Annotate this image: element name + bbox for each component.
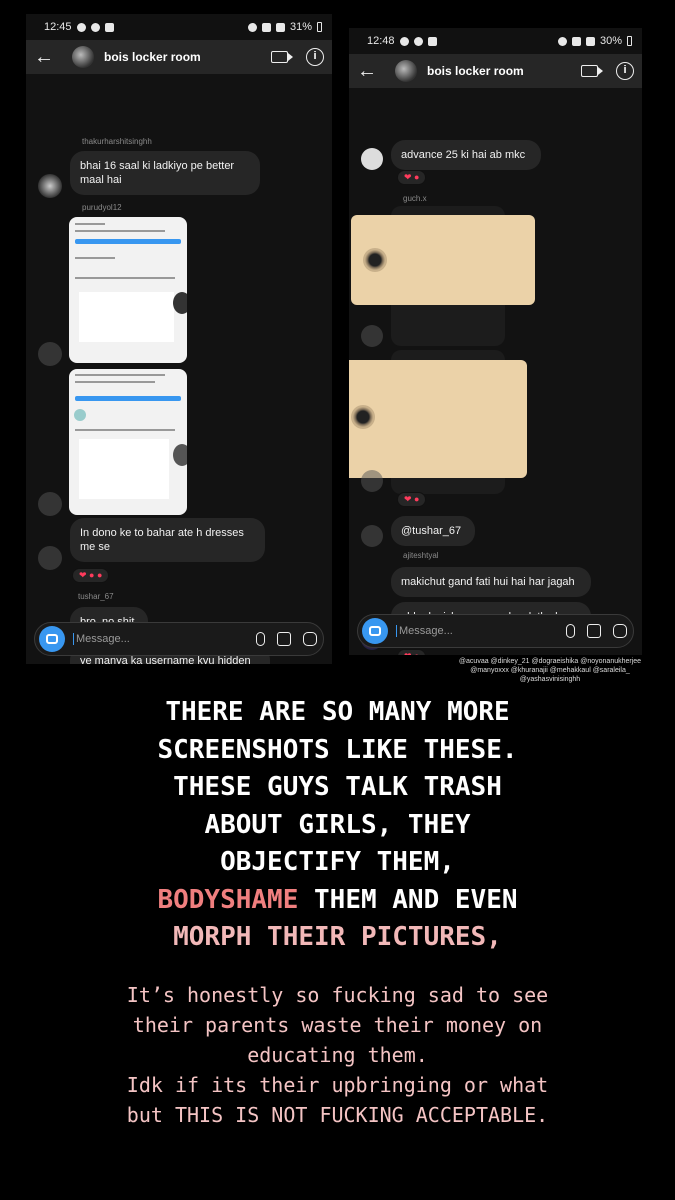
battery-icon bbox=[317, 22, 322, 32]
sticker-icon[interactable] bbox=[613, 624, 627, 638]
info-icon[interactable]: i bbox=[616, 62, 634, 80]
group-avatar[interactable] bbox=[395, 60, 417, 82]
sticker-icon[interactable] bbox=[303, 632, 317, 646]
avatar[interactable] bbox=[361, 148, 383, 170]
message-bubble: @tushar_67 bbox=[391, 516, 475, 546]
avatar[interactable] bbox=[38, 174, 62, 198]
caption-line: BODYSHAME THEM AND EVEN bbox=[20, 882, 655, 920]
subcaption-line: their parents waste their money on bbox=[132, 1013, 543, 1037]
battery-percent: 31% bbox=[289, 21, 312, 33]
subcaption-line: It’s honestly so fucking sad to see bbox=[126, 983, 549, 1007]
story-caption: THERE ARE SO MANY MORE SCREENSHOTS LIKE … bbox=[20, 694, 655, 957]
message-bubble: makichut gand fati hui hai har jagah bbox=[391, 567, 591, 597]
camera-button[interactable] bbox=[39, 626, 65, 652]
microphone-icon[interactable] bbox=[566, 624, 575, 638]
sender-username: guch.x bbox=[403, 194, 427, 203]
gallery-icon[interactable] bbox=[277, 632, 291, 646]
chat-header: ← bois locker room i bbox=[349, 54, 642, 88]
group-name[interactable]: bois locker room bbox=[427, 64, 581, 78]
sender-username: ajiteshtyal bbox=[403, 551, 439, 560]
microphone-icon[interactable] bbox=[256, 632, 265, 646]
battery-icon bbox=[627, 36, 632, 46]
notification-icon bbox=[104, 22, 114, 32]
wifi-icon bbox=[261, 22, 271, 32]
message-bubble: advance 25 ki hai ab mkc bbox=[391, 140, 541, 170]
battery-percent: 30% bbox=[599, 35, 622, 47]
subcaption-line: Idk if its their upbringing or what bbox=[126, 1073, 549, 1097]
back-arrow-icon[interactable]: ← bbox=[357, 60, 387, 83]
signal-icon bbox=[275, 22, 285, 32]
avatar[interactable] bbox=[361, 470, 383, 492]
message-composer: Message... bbox=[34, 622, 324, 656]
alarm-icon bbox=[247, 22, 257, 32]
avatar[interactable] bbox=[38, 546, 62, 570]
messenger-icon bbox=[90, 22, 100, 32]
caption-line: THERE ARE SO MANY MORE bbox=[165, 697, 510, 727]
status-bar: 12:48 30% bbox=[349, 28, 642, 54]
sender-username: thakurharshitsinghh bbox=[82, 137, 152, 146]
caption-line: SCREENSHOTS LIKE THESE. bbox=[157, 734, 518, 765]
status-bar: 12:45 31% bbox=[26, 14, 332, 40]
message-input[interactable]: Message... bbox=[73, 633, 244, 645]
gallery-icon[interactable] bbox=[587, 624, 601, 638]
mention-tags[interactable]: @acuvaa @dinkey_21 @dograeishika @noyona… bbox=[450, 657, 650, 684]
censored-image-tag bbox=[351, 215, 535, 305]
sender-username: tushar_67 bbox=[78, 592, 114, 601]
reaction-badge[interactable]: ❤ ● ● bbox=[72, 568, 110, 583]
wifi-icon bbox=[571, 36, 581, 46]
whatsapp-icon bbox=[76, 22, 86, 32]
message-composer: Message... bbox=[357, 614, 634, 648]
signal-icon bbox=[585, 36, 595, 46]
story-subcaption: It’s honestly so fucking sad to see thei… bbox=[20, 980, 655, 1130]
message-bubble: In dono ke to bahar ate h dresses me se bbox=[70, 518, 265, 562]
subcaption-line: educating them. bbox=[247, 1043, 428, 1067]
caption-line: MORPH THEIR PICTURES, bbox=[173, 922, 502, 952]
caption-line: ABOUT GIRLS, THEY bbox=[204, 809, 471, 840]
sender-username: purudyol12 bbox=[82, 203, 122, 212]
video-call-icon[interactable] bbox=[271, 51, 293, 63]
group-name[interactable]: bois locker room bbox=[104, 50, 271, 64]
censored-image-tag bbox=[349, 360, 527, 478]
avatar[interactable] bbox=[361, 325, 383, 347]
left-phone-screenshot: 12:45 31% ← bois locker room i thakurhar… bbox=[26, 14, 332, 664]
reaction-badge[interactable]: ❤ ● bbox=[397, 170, 427, 185]
shared-screenshot-image[interactable] bbox=[69, 217, 187, 363]
message-input[interactable]: Message... bbox=[396, 625, 554, 637]
caption-text: THEM AND EVEN bbox=[314, 884, 518, 915]
info-icon[interactable]: i bbox=[306, 48, 324, 66]
avatar[interactable] bbox=[38, 492, 62, 516]
back-arrow-icon[interactable]: ← bbox=[34, 46, 64, 69]
avatar[interactable] bbox=[361, 525, 383, 547]
right-phone-screenshot: 12:48 30% ← bois locker room i advance 2… bbox=[349, 28, 642, 655]
caption-line: OBJECTIFY THEM, bbox=[220, 847, 455, 877]
chat-header: ← bois locker room i bbox=[26, 40, 332, 74]
whatsapp-icon bbox=[399, 36, 409, 46]
camera-button[interactable] bbox=[362, 618, 388, 644]
video-call-icon[interactable] bbox=[581, 65, 603, 77]
shared-screenshot-image[interactable] bbox=[69, 369, 187, 515]
reaction-badge[interactable]: ❤ ● bbox=[397, 492, 427, 507]
caption-line: THESE GUYS TALK TRASH bbox=[173, 772, 502, 802]
notification-icon bbox=[427, 36, 437, 46]
subcaption-line: but THIS IS NOT FUCKING ACCEPTABLE. bbox=[126, 1103, 549, 1127]
message-bubble: bhai 16 saal ki ladkiyo pe better maal h… bbox=[70, 151, 260, 195]
status-time: 12:48 bbox=[367, 35, 395, 47]
status-time: 12:45 bbox=[44, 21, 72, 33]
reaction-badge[interactable]: ❤ ● bbox=[397, 649, 427, 655]
alarm-icon bbox=[557, 36, 567, 46]
messenger-icon bbox=[413, 36, 423, 46]
avatar[interactable] bbox=[38, 342, 62, 366]
group-avatar[interactable] bbox=[72, 46, 94, 68]
caption-highlight: BODYSHAME bbox=[157, 884, 299, 915]
